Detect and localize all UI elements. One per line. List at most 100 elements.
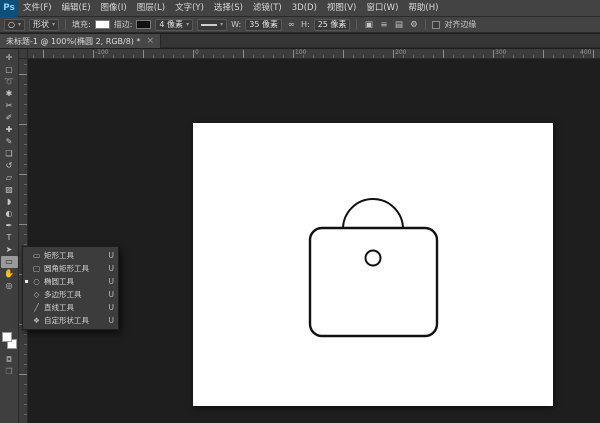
path-operations-icon[interactable]: ▣ [363,20,374,30]
close-tab-icon[interactable]: × [146,36,154,46]
flyout-item-label: 直线工具 [44,302,106,313]
crop-tool[interactable]: ✂ [1,100,18,112]
pen-tool[interactable]: ✒ [1,220,18,232]
stroke-line-preview [201,24,217,26]
chevron-down-icon: ▾ [186,21,189,28]
path-alignment-icon[interactable]: ≡ [378,20,389,30]
line-tool-icon: ╱ [32,303,41,312]
horizontal-ruler[interactable]: -100 0 100 200 300 400 [28,49,600,59]
ruler-label: 400 [580,49,591,57]
ruler-corner [19,49,28,59]
flyout-item-shortcut: U [109,264,115,273]
tool-mode-dropdown[interactable]: 形状 ▾ [29,19,59,31]
foreground-color-swatch[interactable] [2,332,12,342]
menu-bar: Ps 文件(F) 编辑(E) 图像(I) 图层(L) 文字(Y) 选择(S) 滤… [0,0,600,17]
document-tab[interactable]: 未标题-1 @ 100%(椭圆 2, RGB/8) * × [0,34,161,48]
divider [65,19,66,30]
shape-tool[interactable]: ▭ [1,256,18,268]
options-bar: ○ ▾ 形状 ▾ 填充: 描边: 4 像素 ▾ ▾ W: 35 像素 ∞ H: … [0,17,600,33]
menu-3d[interactable]: 3D(D) [287,0,322,17]
shape-width-field[interactable]: 35 像素 [245,19,282,31]
flyout-item-shortcut: U [109,277,115,286]
stroke-width-value: 4 像素 [159,19,183,30]
flyout-item-polygon-tool[interactable]: ◇ 多边形工具 U [23,288,118,301]
healing-brush-tool[interactable]: ✚ [1,124,18,136]
link-dimensions-icon[interactable]: ∞ [286,20,297,30]
ruler-label: 100 [295,49,306,57]
divider [425,19,426,30]
flyout-item-shortcut: U [109,251,115,260]
height-label: H: [301,20,310,29]
ruler-label: 0 [195,49,199,57]
vertical-ruler[interactable] [19,59,28,423]
rounded-rectangle-tool-icon: ▢ [32,264,41,273]
marquee-tool[interactable]: ▢ [1,64,18,76]
move-tool[interactable]: ✛ [1,52,18,64]
align-edges-checkbox[interactable] [432,21,440,29]
document-canvas[interactable] [193,123,553,406]
ruler-label: 300 [495,49,506,57]
ellipse-tool-icon: ○ [8,20,15,29]
quick-selection-tool[interactable]: ✱ [1,88,18,100]
rectangle-tool-icon: ▭ [32,251,41,260]
stroke-width-field[interactable]: 4 像素 ▾ [155,19,193,31]
gradient-tool[interactable]: ▨ [1,184,18,196]
menu-window[interactable]: 窗口(W) [361,0,403,17]
chevron-down-icon: ▾ [220,21,223,28]
menu-layer[interactable]: 图层(L) [132,0,170,17]
polygon-tool-icon: ◇ [32,290,41,299]
dodge-tool[interactable]: ◐ [1,208,18,220]
photoshop-logo: Ps [0,0,18,17]
menu-view[interactable]: 视图(V) [322,0,361,17]
fill-color-swatch[interactable] [95,20,110,29]
lock-body-rect [310,228,437,336]
stroke-color-swatch[interactable] [136,20,151,29]
quick-mask-icon[interactable]: ◘ [1,354,18,366]
photoshop-window: Ps 文件(F) 编辑(E) 图像(I) 图层(L) 文字(Y) 选择(S) 滤… [0,0,600,423]
menu-image[interactable]: 图像(I) [96,0,132,17]
color-swatches [1,332,18,354]
hand-tool[interactable]: ✋ [1,268,18,280]
clone-stamp-tool[interactable]: ❏ [1,148,18,160]
menu-file[interactable]: 文件(F) [18,0,57,17]
lasso-tool[interactable]: ➰ [1,76,18,88]
tool-preset-picker[interactable]: ○ ▾ [4,19,25,31]
active-tool-marker: ▪ [24,278,29,285]
lock-keyhole-circle [366,251,381,266]
gear-icon[interactable]: ⚙ [408,20,419,30]
flyout-item-shortcut: U [109,316,115,325]
flyout-item-label: 椭圆工具 [44,276,106,287]
brush-tool[interactable]: ✎ [1,136,18,148]
menu-edit[interactable]: 编辑(E) [57,0,96,17]
stroke-type-dropdown[interactable]: ▾ [197,19,227,31]
eyedropper-tool[interactable]: ✐ [1,112,18,124]
flyout-item-custom-shape-tool[interactable]: ❖ 自定形状工具 U [23,314,118,327]
shape-height-field[interactable]: 25 像素 [314,19,351,31]
flyout-item-label: 圆角矩形工具 [44,263,106,274]
menu-type[interactable]: 文字(Y) [170,0,209,17]
history-brush-tool[interactable]: ↺ [1,160,18,172]
path-arrange-icon[interactable]: ▤ [393,20,404,30]
flyout-item-rounded-rectangle-tool[interactable]: ▢ 圆角矩形工具 U [23,262,118,275]
menu-filter[interactable]: 滤镜(T) [248,0,287,17]
flyout-item-line-tool[interactable]: ╱ 直线工具 U [23,301,118,314]
screen-mode-icon[interactable]: ❐ [1,366,18,378]
zoom-tool[interactable]: ◎ [1,280,18,292]
tab-bar: 未标题-1 @ 100%(椭圆 2, RGB/8) * × [0,34,600,48]
menu-select[interactable]: 选择(S) [209,0,248,17]
flyout-item-ellipse-tool[interactable]: ▪ ○ 椭圆工具 U [23,275,118,288]
stroke-label: 描边: [114,19,133,30]
flyout-item-shortcut: U [109,290,115,299]
path-selection-tool[interactable]: ➤ [1,244,18,256]
blur-tool[interactable]: ◗ [1,196,18,208]
chevron-down-icon: ▾ [18,21,21,28]
eraser-tool[interactable]: ▱ [1,172,18,184]
flyout-item-label: 多边形工具 [44,289,106,300]
type-tool[interactable]: T [1,232,18,244]
menu-help[interactable]: 帮助(H) [403,0,443,17]
align-edges-label: 对齐边缘 [444,19,476,30]
ruler-label: 200 [395,49,406,57]
flyout-item-rectangle-tool[interactable]: ▭ 矩形工具 U [23,249,118,262]
flyout-item-shortcut: U [109,303,115,312]
document-title: 未标题-1 @ 100%(椭圆 2, RGB/8) * [6,36,140,47]
